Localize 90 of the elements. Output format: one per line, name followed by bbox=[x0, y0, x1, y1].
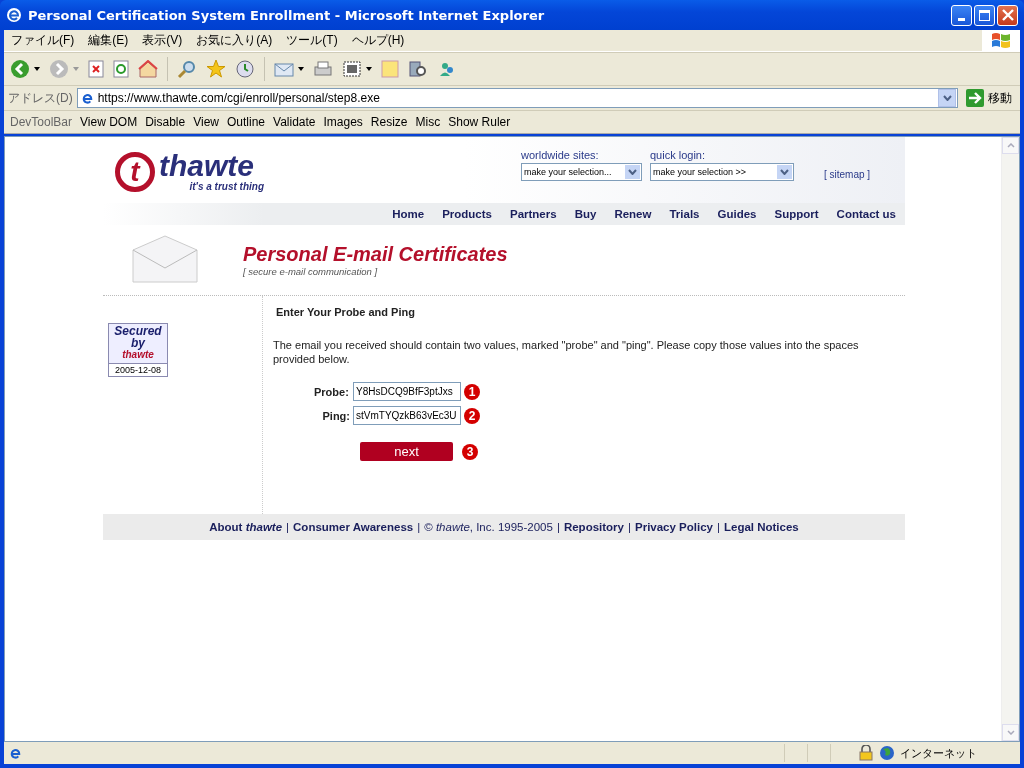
scroll-down-icon[interactable] bbox=[1006, 730, 1015, 735]
separator-text: | bbox=[717, 521, 720, 533]
separator-text: | bbox=[556, 521, 560, 533]
browser-icon bbox=[6, 7, 22, 23]
printer-icon[interactable] bbox=[313, 60, 333, 78]
worldwide-select[interactable]: make your selection... bbox=[521, 163, 642, 181]
menu-item[interactable]: 表示(V) bbox=[135, 32, 190, 49]
next-button[interactable]: next bbox=[360, 442, 453, 461]
scrollbar[interactable] bbox=[1001, 137, 1019, 741]
menu-item[interactable]: お気に入り(A) bbox=[189, 32, 280, 49]
toolbar-item[interactable]: Show Ruler bbox=[448, 115, 511, 129]
nav-link[interactable]: Contact us bbox=[827, 208, 905, 220]
footer-link[interactable]: © thawte, Inc. 1995-2005 bbox=[424, 521, 553, 533]
footer-link[interactable]: Privacy Policy bbox=[635, 521, 713, 533]
toolbar-item[interactable]: Outline bbox=[227, 115, 265, 129]
input-field[interactable]: stVmTYQzkB63vEc3U bbox=[353, 406, 461, 425]
step-marker: 3 bbox=[462, 443, 478, 460]
tagline: it's a trust thing bbox=[189, 181, 264, 192]
toolbar-item[interactable]: Misc bbox=[415, 115, 441, 129]
close-button[interactable] bbox=[997, 4, 1018, 26]
caret-icon[interactable] bbox=[366, 67, 372, 71]
caret-icon[interactable] bbox=[298, 67, 304, 71]
menu-item[interactable]: ヘルプ(H) bbox=[344, 32, 412, 49]
go-button[interactable]: 移動 bbox=[962, 89, 1016, 107]
login-label: quick login: bbox=[650, 149, 707, 161]
footer-link[interactable]: Repository bbox=[563, 521, 624, 533]
search-icon[interactable] bbox=[177, 59, 197, 79]
nav-link[interactable]: Buy bbox=[565, 208, 606, 220]
page-title: Personal E-mail Certificates bbox=[243, 243, 508, 266]
home-icon[interactable] bbox=[138, 60, 158, 78]
field-label: Ping: bbox=[321, 409, 350, 422]
globe-icon bbox=[879, 745, 895, 761]
maximize-button[interactable] bbox=[974, 4, 995, 26]
instructions-text: The email you received should contain two values, marked "probe" and "ping". Please copy those values into the spaces provided below. bbox=[273, 338, 860, 366]
toolbar-item[interactable]: Disable bbox=[145, 115, 186, 129]
sitemap-link[interactable]: [ sitemap ] bbox=[824, 169, 871, 180]
menu-item[interactable]: 編集(E) bbox=[81, 32, 136, 49]
nav-link[interactable]: Renew bbox=[605, 208, 661, 220]
chevron-icon bbox=[780, 169, 789, 175]
stop-icon[interactable] bbox=[88, 60, 104, 78]
history-icon[interactable] bbox=[235, 59, 255, 79]
minimize-button[interactable] bbox=[951, 4, 972, 26]
logo-text[interactable]: thawte bbox=[159, 151, 254, 181]
nav-link[interactable]: Partners bbox=[500, 208, 566, 220]
login-select[interactable]: make your selection >> bbox=[650, 163, 794, 181]
footer-link[interactable]: Consumer Awareness bbox=[293, 521, 414, 533]
logo-mark[interactable]: t bbox=[115, 151, 155, 192]
nav-link[interactable]: Guides bbox=[708, 208, 766, 220]
separator-text: | bbox=[628, 521, 631, 533]
menu-item[interactable]: ツール(T) bbox=[279, 32, 345, 49]
forward-icon[interactable] bbox=[49, 59, 69, 79]
edit-icon[interactable] bbox=[342, 60, 362, 78]
separator-text: | bbox=[286, 521, 290, 533]
caret-icon[interactable] bbox=[34, 67, 40, 71]
arrow-icon bbox=[966, 89, 984, 107]
toolbar-item[interactable]: View DOM bbox=[80, 115, 138, 129]
chevron-icon bbox=[942, 95, 952, 101]
refresh-icon[interactable] bbox=[113, 60, 129, 78]
window-title: Personal Certification System Enrollment - Microsoft Internet Explorer bbox=[28, 7, 546, 23]
section-heading: Enter Your Probe and Ping bbox=[276, 306, 416, 318]
scroll-up-icon[interactable] bbox=[1006, 143, 1015, 148]
star-icon[interactable] bbox=[206, 59, 226, 79]
step-marker: 1 bbox=[464, 383, 480, 400]
address-label: アドレス(D) bbox=[8, 89, 73, 107]
separator-text: | bbox=[417, 521, 421, 533]
nav-link[interactable]: Trials bbox=[660, 208, 709, 220]
close-icon bbox=[1001, 9, 1014, 21]
page-subtitle: [ secure e-mail communication ] bbox=[243, 266, 379, 277]
toolbar-item[interactable]: View bbox=[193, 115, 219, 129]
dropdown-icon[interactable] bbox=[938, 89, 956, 107]
toolbar-item[interactable]: Images bbox=[323, 115, 363, 129]
nav-link[interactable]: Home bbox=[383, 208, 434, 220]
menu-item[interactable]: ファイル(F) bbox=[4, 32, 82, 49]
address-field[interactable]: https://www.thawte.com/cgi/enroll/personal/step8.exe bbox=[76, 88, 958, 108]
chevron-icon bbox=[628, 169, 637, 175]
footer-link[interactable]: Legal Notices bbox=[724, 521, 799, 533]
nav-link[interactable]: Support bbox=[765, 208, 828, 220]
security-seal[interactable]: Secured by thawte 2005-12-08 bbox=[108, 323, 168, 377]
zone-text: インターネット bbox=[900, 745, 978, 761]
toolbar-item[interactable]: Validate bbox=[273, 115, 316, 129]
step-marker: 2 bbox=[464, 407, 480, 424]
input-field[interactable]: Y8HsDCQ9BfF3ptJxs bbox=[353, 382, 461, 401]
toolbar-item[interactable]: Resize bbox=[370, 115, 408, 129]
footer-link[interactable]: About thawte bbox=[209, 521, 283, 533]
nav-link[interactable]: Products bbox=[433, 208, 501, 220]
field-label: Probe: bbox=[314, 385, 350, 398]
worldwide-label: worldwide sites: bbox=[521, 149, 600, 161]
lock-icon bbox=[859, 745, 873, 761]
research-icon[interactable] bbox=[408, 60, 428, 78]
toolbar-label: DevToolBar bbox=[10, 115, 73, 129]
